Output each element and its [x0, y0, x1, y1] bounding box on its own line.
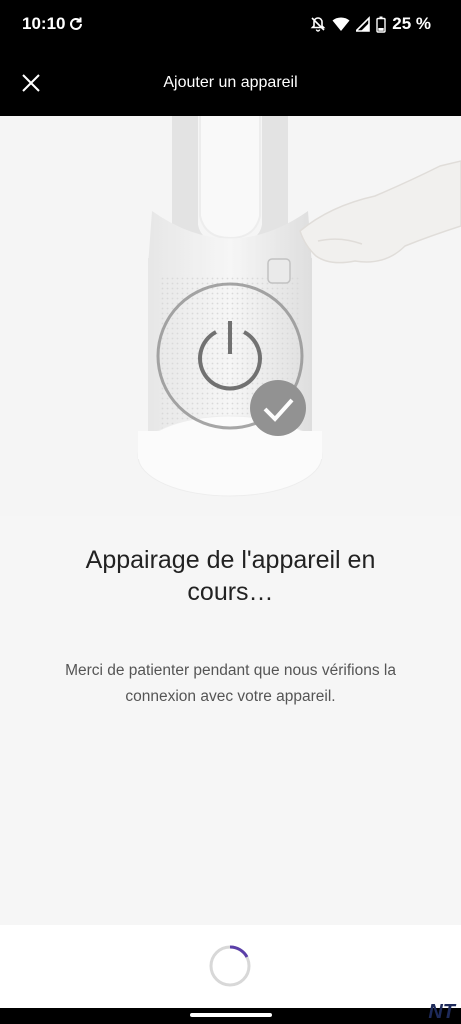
system-nav-bar	[0, 1008, 461, 1024]
home-indicator[interactable]	[190, 1013, 272, 1017]
pairing-heading: Appairage de l'appareil en cours…	[85, 546, 376, 606]
status-icons: 25 %	[310, 14, 431, 34]
battery-icon	[376, 16, 386, 33]
wifi-icon	[332, 17, 350, 31]
bell-off-icon	[310, 17, 326, 32]
sync-icon	[70, 17, 82, 30]
loading-spinner-icon	[209, 945, 251, 987]
status-bar: 10:10 25 %	[0, 0, 461, 50]
signal-icon	[356, 16, 371, 32]
page-title: Ajouter un appareil	[163, 74, 298, 91]
watermark-logo: NT	[428, 1001, 455, 1023]
app-bar: Ajouter un appareil	[0, 50, 461, 116]
battery-level: 25 %	[392, 14, 431, 33]
device-illustration	[0, 116, 461, 516]
status-time: 10:10	[22, 14, 66, 33]
bottom-panel	[0, 925, 461, 1008]
pairing-message: Merci de patienter pendant que nous véri…	[65, 662, 396, 705]
